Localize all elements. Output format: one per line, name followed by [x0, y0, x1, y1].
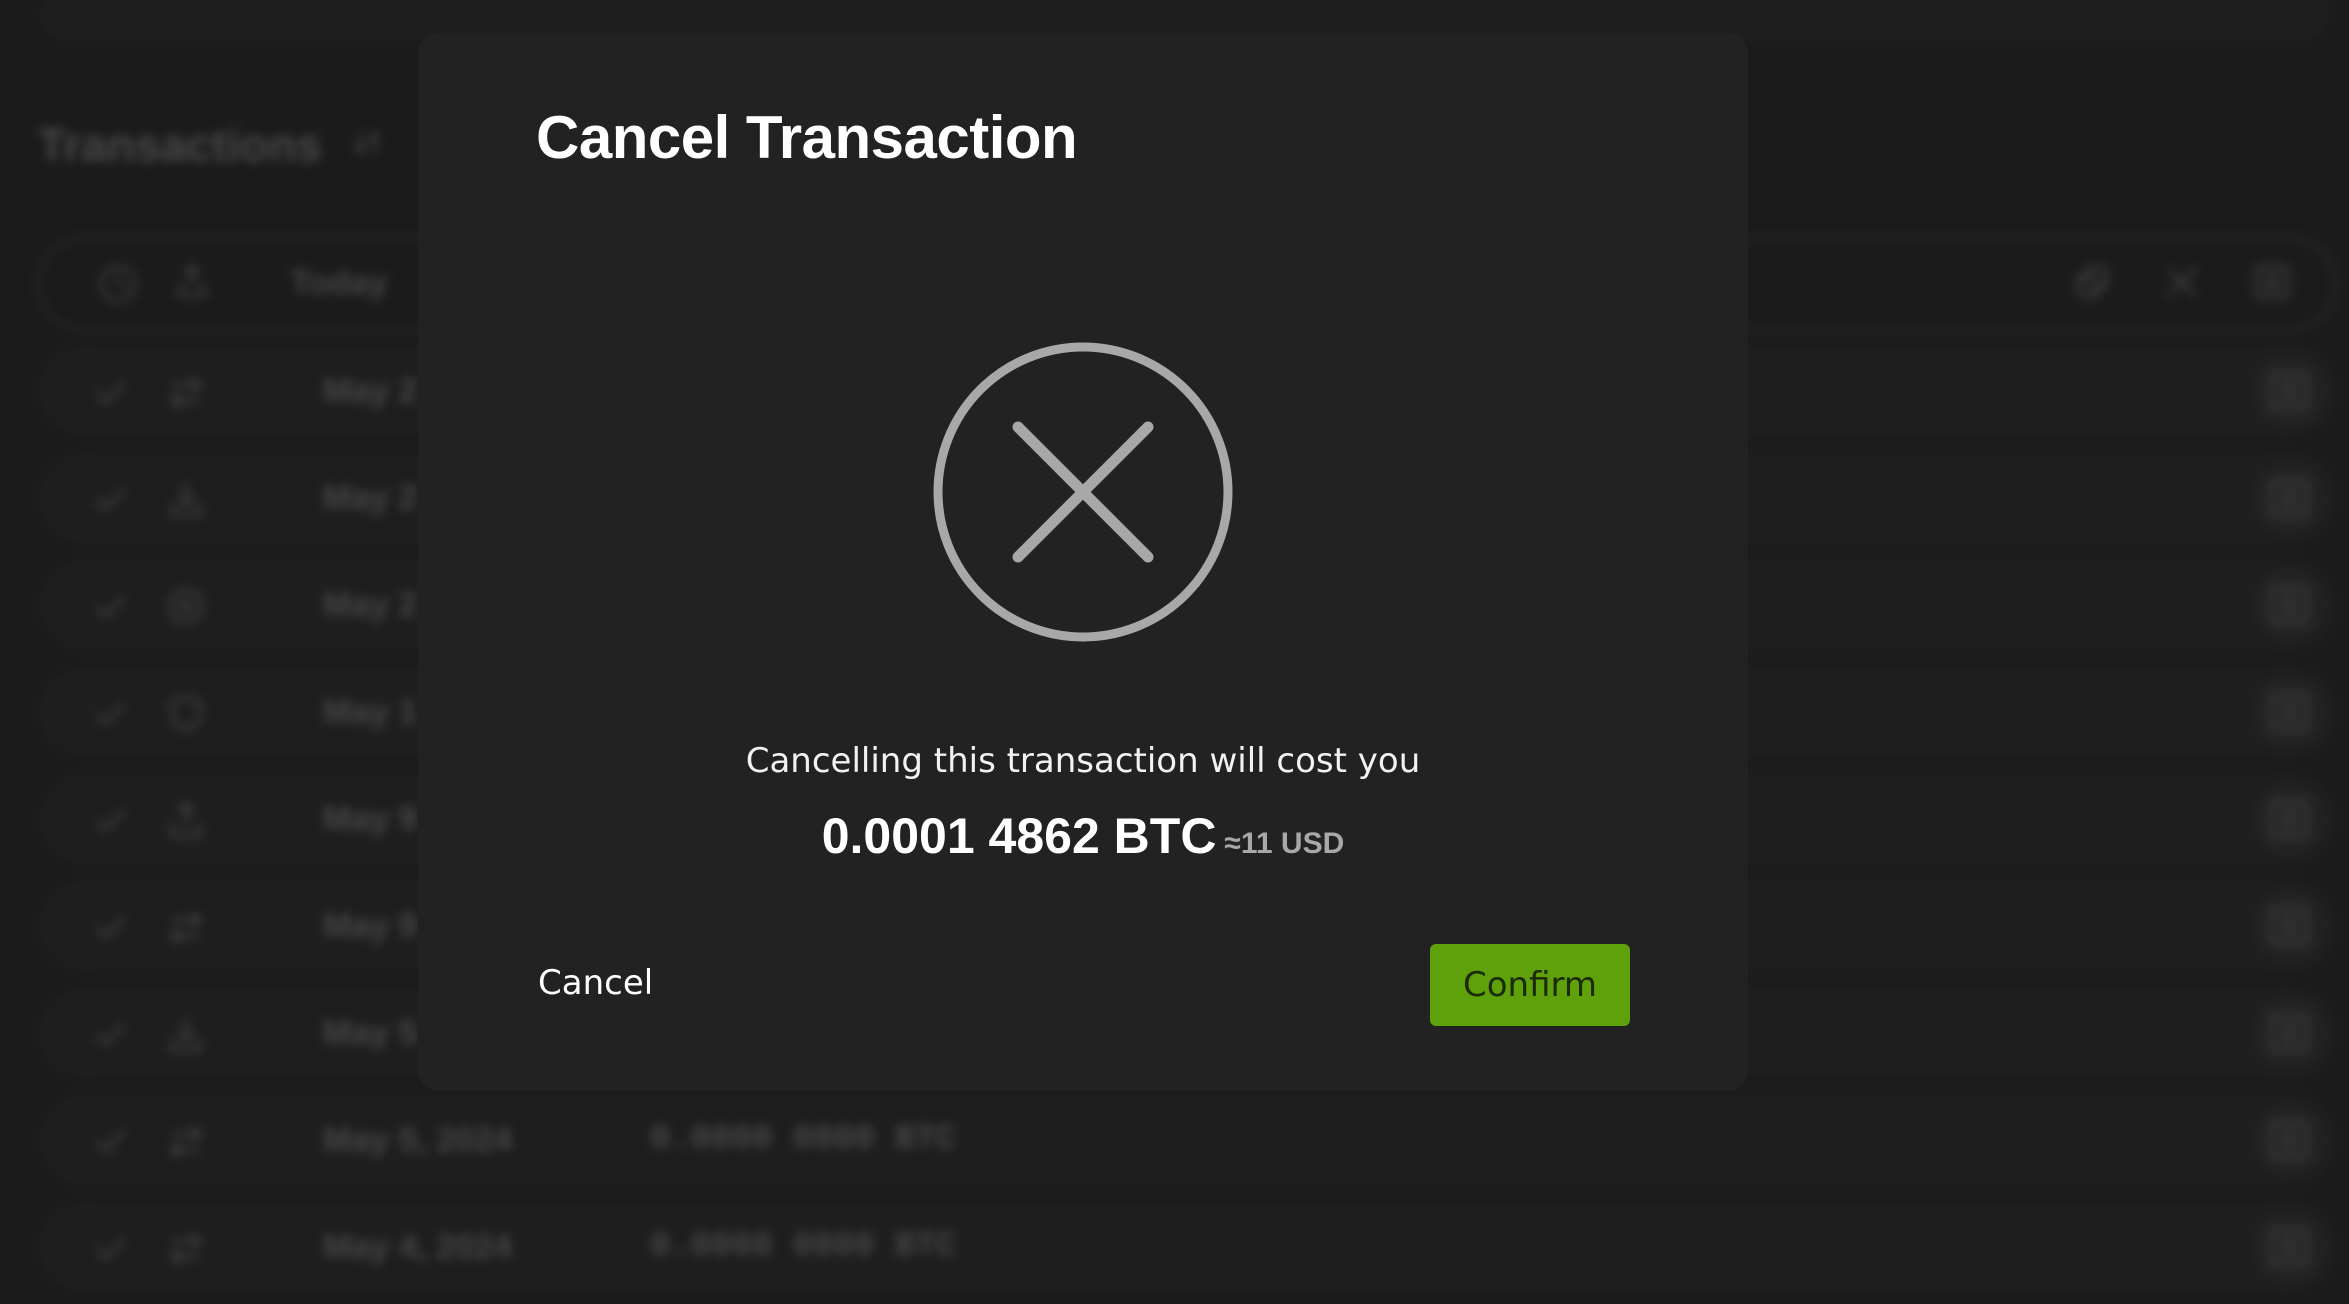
cost-amount-line: 0.0001 4862 BTC ≈11 USD: [418, 807, 1748, 865]
cancel-button[interactable]: Cancel: [518, 943, 673, 1023]
cost-message: Cancelling this transaction will cost yo…: [745, 741, 1421, 781]
confirm-button[interactable]: Confirm: [1430, 944, 1630, 1026]
dialog-title: Cancel Transaction: [536, 104, 1078, 171]
cancel-transaction-dialog: Cancel Transaction Cancelling this trans…: [418, 33, 1748, 1091]
btc-amount: 0.0001 4862 BTC: [821, 808, 1217, 864]
usd-equivalent: ≈11 USD: [1224, 827, 1345, 860]
cancel-circle-icon: [933, 342, 1233, 642]
